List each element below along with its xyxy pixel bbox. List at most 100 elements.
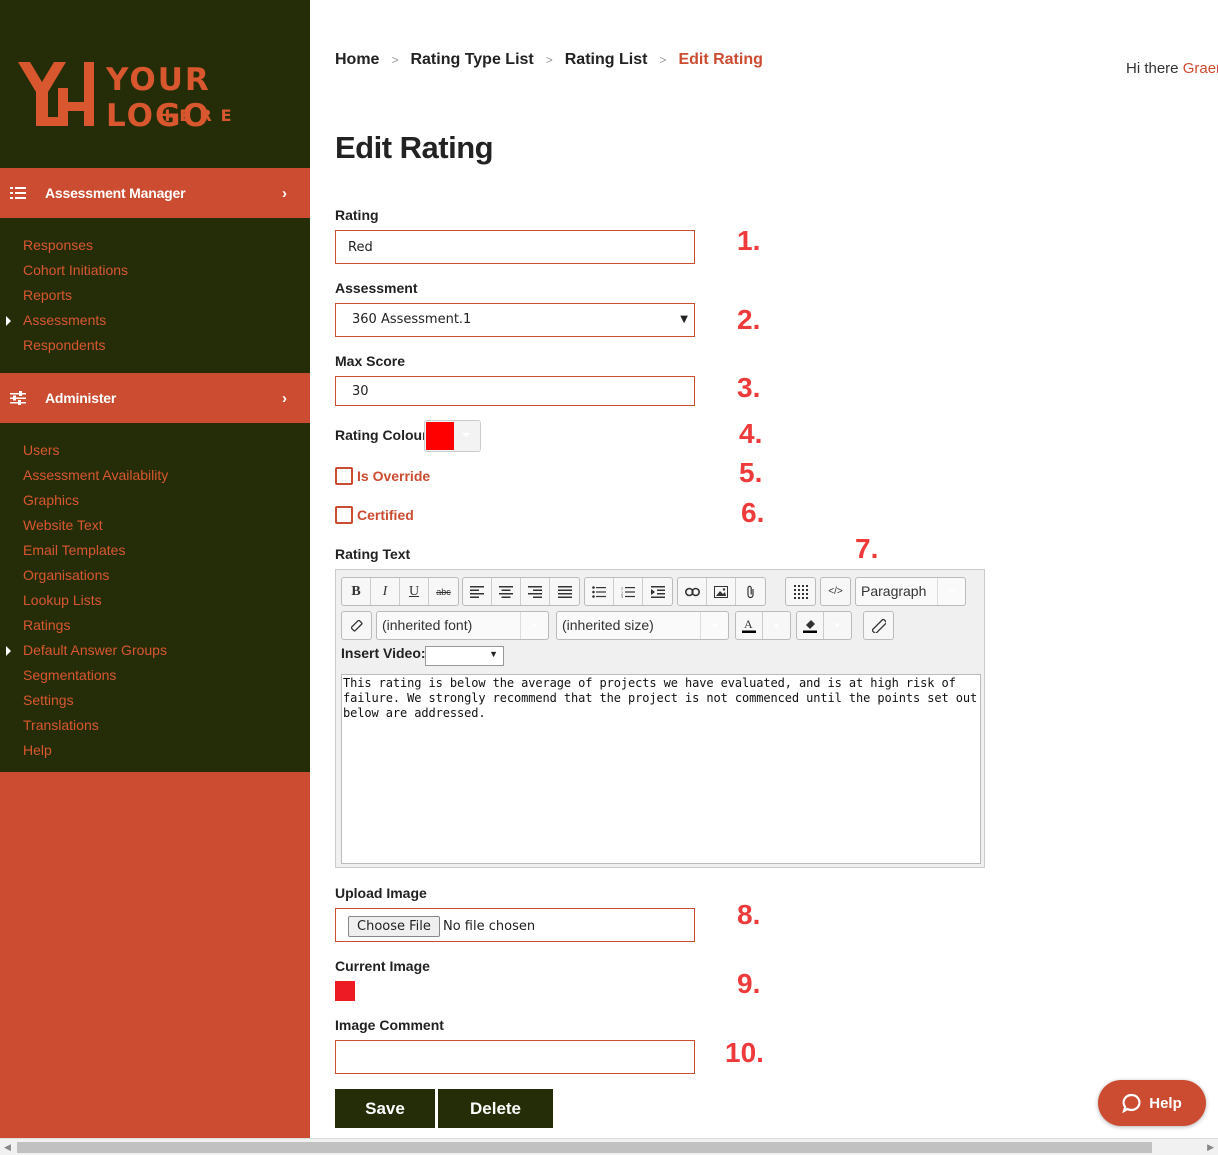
- sidebar-item-translations[interactable]: Translations: [0, 716, 310, 741]
- sidebar-item-respondents[interactable]: Respondents: [0, 336, 310, 361]
- sidebar-item-reports[interactable]: Reports: [0, 286, 310, 311]
- caret-down-icon: [937, 578, 965, 605]
- table-icon[interactable]: [786, 578, 815, 605]
- italic-button[interactable]: I: [371, 578, 400, 605]
- assessment-select[interactable]: 360 Assessment.1 ▼: [335, 303, 695, 337]
- sidebar-item-users[interactable]: Users: [0, 441, 310, 466]
- sidebar-item-graphics[interactable]: Graphics: [0, 491, 310, 516]
- menu-header-administer[interactable]: Administer ›: [0, 373, 310, 423]
- menu-header-assessment-manager[interactable]: Assessment Manager ›: [0, 168, 310, 218]
- sidebar-item-assessments[interactable]: Assessments: [0, 311, 310, 336]
- caret-down-icon[interactable]: ▼: [824, 612, 851, 639]
- attachment-icon[interactable]: [736, 578, 765, 605]
- annotation-number: 9.: [737, 968, 761, 999]
- code-view-icon[interactable]: </>: [821, 578, 850, 605]
- underline-button[interactable]: U: [400, 578, 429, 605]
- page-title: Edit Rating: [335, 130, 494, 165]
- paragraph-format-value: Paragraph: [861, 583, 927, 599]
- highlight-color-icon[interactable]: [797, 612, 825, 639]
- upload-image-field[interactable]: Choose File No file chosen: [335, 908, 695, 942]
- max-score-label: Max Score: [335, 353, 406, 369]
- image-comment-input[interactable]: [335, 1040, 695, 1074]
- font-size-value: (inherited size): [562, 617, 654, 633]
- rating-label: Rating: [335, 207, 379, 223]
- sidebar-item-assessment-availability[interactable]: Assessment Availability: [0, 466, 310, 491]
- numbered-list-icon[interactable]: 123: [614, 578, 643, 605]
- sidebar-item-default-answer-groups[interactable]: Default Answer Groups: [0, 641, 310, 666]
- horizontal-scrollbar[interactable]: ◀ ▶: [0, 1138, 1218, 1155]
- breadcrumb-rating-list[interactable]: Rating List: [565, 51, 648, 69]
- link-icon[interactable]: [678, 578, 707, 605]
- breadcrumb-rating-type-list[interactable]: Rating Type List: [410, 51, 533, 69]
- sidebar-item-ratings[interactable]: Ratings: [0, 616, 310, 641]
- indent-icon[interactable]: [643, 578, 672, 605]
- caret-down-icon: [700, 612, 728, 639]
- delete-button[interactable]: Delete: [438, 1089, 553, 1128]
- insert-video-select[interactable]: ▼: [425, 646, 504, 666]
- max-score-input[interactable]: [335, 376, 695, 406]
- annotation-number: 3.: [737, 372, 761, 403]
- sidebar-item-responses[interactable]: Responses: [0, 236, 310, 261]
- align-justify-icon[interactable]: [550, 578, 579, 605]
- logo[interactable]: YOUR LOGO HERE: [0, 0, 310, 168]
- chevron-right-icon: >: [545, 53, 553, 67]
- checkbox-box[interactable]: [335, 506, 353, 524]
- sidebar-item-cohort-initiations[interactable]: Cohort Initiations: [0, 261, 310, 286]
- chevron-right-icon: >: [659, 53, 667, 67]
- highlight-color-toolbar-group: ▼: [796, 611, 852, 640]
- text-color-icon[interactable]: A: [736, 612, 764, 639]
- align-toolbar-group: [462, 577, 580, 606]
- sidebar-item-settings[interactable]: Settings: [0, 691, 310, 716]
- certified-checkbox[interactable]: Certified: [335, 506, 414, 524]
- align-center-icon[interactable]: [492, 578, 521, 605]
- checkbox-box[interactable]: [335, 467, 353, 485]
- caret-down-icon[interactable]: ▼: [763, 612, 790, 639]
- caret-down-icon: ▼: [489, 649, 498, 659]
- annotation-number: 7.: [855, 533, 879, 564]
- chevron-right-icon: ›: [282, 390, 287, 407]
- is-override-checkbox[interactable]: Is Override: [335, 467, 430, 485]
- scroll-left-icon[interactable]: ◀: [4, 1142, 11, 1153]
- menu-group-administer: Users Assessment Availability Graphics W…: [0, 423, 310, 772]
- image-icon[interactable]: [707, 578, 736, 605]
- annotation-number: 5.: [739, 457, 763, 488]
- align-left-icon[interactable]: [463, 578, 492, 605]
- font-size-select[interactable]: (inherited size): [556, 611, 729, 640]
- bold-button[interactable]: B: [342, 578, 371, 605]
- sidebar-item-organisations[interactable]: Organisations: [0, 566, 310, 591]
- menu-header-label: Assessment Manager: [45, 185, 186, 201]
- eraser-icon[interactable]: [342, 612, 371, 639]
- rating-colour-picker[interactable]: [424, 420, 481, 452]
- strikethrough-button[interactable]: abc: [429, 578, 458, 605]
- font-family-value: (inherited font): [382, 617, 473, 633]
- font-family-select[interactable]: (inherited font): [376, 611, 549, 640]
- choose-file-button[interactable]: Choose File: [348, 916, 440, 937]
- sidebar-item-lookup-lists[interactable]: Lookup Lists: [0, 591, 310, 616]
- rating-colour-label: Rating Colour: [335, 427, 428, 443]
- chevron-right-icon: ›: [282, 185, 287, 202]
- paragraph-format-select[interactable]: Paragraph: [855, 577, 966, 606]
- user-name-link[interactable]: Graer: [1183, 60, 1218, 77]
- rating-text-editor-body[interactable]: This rating is below the average of proj…: [341, 674, 981, 864]
- menu-header-label: Administer: [45, 390, 117, 406]
- ruler-icon[interactable]: [864, 612, 893, 639]
- assessment-label: Assessment: [335, 280, 418, 296]
- chevron-right-icon: >: [391, 53, 399, 67]
- sidebar-item-help[interactable]: Help: [0, 741, 310, 763]
- help-button[interactable]: Help: [1098, 1080, 1206, 1126]
- certified-label: Certified: [357, 507, 414, 523]
- scroll-right-icon[interactable]: ▶: [1207, 1142, 1214, 1153]
- user-greeting: Hi there Graer: [1126, 60, 1218, 77]
- svg-text:A: A: [744, 618, 753, 631]
- sidebar-item-segmentations[interactable]: Segmentations: [0, 666, 310, 691]
- bullet-list-icon[interactable]: [585, 578, 614, 605]
- align-right-icon[interactable]: [521, 578, 550, 605]
- sidebar-item-email-templates[interactable]: Email Templates: [0, 541, 310, 566]
- breadcrumb: Home > Rating Type List > Rating List > …: [335, 51, 763, 69]
- sidebar-item-website-text[interactable]: Website Text: [0, 516, 310, 541]
- breadcrumb-home[interactable]: Home: [335, 51, 379, 69]
- rating-input[interactable]: [335, 230, 695, 264]
- rich-text-editor: B I U abc 123 </> Paragraph (inherited f…: [335, 569, 985, 868]
- scrollbar-thumb[interactable]: [17, 1142, 1152, 1153]
- save-button[interactable]: Save: [335, 1089, 435, 1128]
